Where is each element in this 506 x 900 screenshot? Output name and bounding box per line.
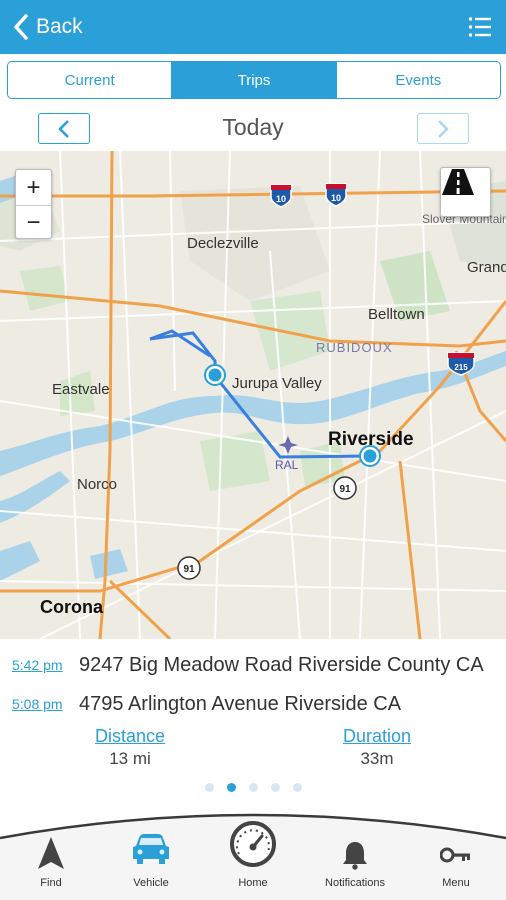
svg-text:10: 10 [276, 194, 286, 204]
nav-menu[interactable]: Menu [406, 810, 506, 900]
page-indicator [205, 783, 302, 792]
app-header: Back [0, 0, 506, 54]
distance-stat: Distance 13 mi [40, 726, 220, 769]
zoom-in-button[interactable]: + [16, 170, 51, 205]
map-label-ral: RAL [275, 458, 299, 472]
tab-events[interactable]: Events [335, 62, 500, 98]
zoom-controls: + − [15, 169, 52, 239]
svg-text:91: 91 [339, 484, 351, 495]
route-91-east-shield: 91 [333, 476, 357, 500]
route-91-west-shield: 91 [177, 556, 201, 580]
list-menu-icon[interactable] [468, 16, 492, 38]
map-label-jurupa-valley: Jurupa Valley [232, 375, 322, 392]
nav-find[interactable]: Find [1, 810, 101, 900]
location-arrow-icon [38, 837, 64, 869]
nav-notifications-label: Notifications [325, 877, 385, 889]
next-day-button[interactable] [417, 113, 469, 144]
chevron-left-icon [14, 14, 28, 40]
svg-text:10: 10 [331, 193, 341, 203]
trip-stop-row: 5:42 pm 9247 Big Meadow Road Riverside C… [0, 654, 506, 684]
tab-trips[interactable]: Trips [171, 62, 336, 98]
chevron-right-icon [438, 119, 449, 138]
view-tabs: Current Trips Events [7, 61, 501, 99]
trip-stop-address: 4795 Arlington Avenue Riverside CA [79, 693, 402, 715]
trip-stop-time[interactable]: 5:42 pm [12, 657, 63, 673]
nav-menu-label: Menu [442, 877, 470, 889]
nav-notifications[interactable]: Notifications [305, 810, 405, 900]
bell-icon [343, 842, 367, 870]
trip-stop-time[interactable]: 5:08 pm [12, 696, 63, 712]
distance-value: 13 mi [109, 749, 151, 768]
page-dot[interactable] [293, 783, 302, 792]
map-label-rubidoux: RUBIDOUX [316, 340, 393, 355]
map-label-riverside: Riverside [328, 429, 414, 450]
tab-current[interactable]: Current [8, 62, 172, 98]
distance-label[interactable]: Distance [40, 726, 220, 747]
svg-text:215: 215 [454, 363, 468, 372]
duration-value: 33m [360, 749, 394, 768]
nav-vehicle[interactable]: Vehicle [101, 810, 201, 900]
page-dot[interactable] [249, 783, 258, 792]
duration-stat: Duration 33m [287, 726, 467, 769]
trip-map[interactable]: 10 10 215 91 91 Declezville Slover Mount… [0, 151, 506, 639]
duration-label[interactable]: Duration [287, 726, 467, 747]
key-icon [440, 847, 470, 863]
nav-find-label: Find [40, 877, 62, 889]
map-label-norco: Norco [77, 476, 118, 493]
map-label-belltown: Belltown [368, 306, 425, 323]
map-label-corona: Corona [40, 597, 103, 617]
page-dot-active[interactable] [227, 783, 236, 792]
road-view-button[interactable] [440, 167, 491, 217]
page-dot[interactable] [205, 783, 214, 792]
nav-vehicle-label: Vehicle [133, 877, 169, 889]
road-icon [442, 169, 474, 195]
page-dot[interactable] [271, 783, 280, 792]
trip-stop-address: 9247 Big Meadow Road Riverside County CA [79, 654, 484, 676]
map-label-eastvale: Eastvale [52, 381, 110, 398]
speedometer-icon [230, 821, 276, 867]
trip-stop-row: 5:08 pm 4795 Arlington Avenue Riverside … [0, 693, 506, 723]
day-navigation: Today [0, 106, 506, 150]
back-button[interactable]: Back [10, 12, 83, 42]
svg-text:91: 91 [183, 564, 195, 575]
back-label: Back [36, 15, 83, 38]
nav-home-label: Home [238, 877, 268, 889]
zoom-out-button[interactable]: − [16, 205, 51, 240]
map-label-grand: Grand [467, 259, 506, 276]
bottom-navigation: Find Vehicle Home Notifications Menu [0, 810, 506, 900]
nav-home[interactable]: Home [203, 810, 303, 900]
map-label-declezville: Declezville [187, 235, 259, 252]
car-icon [133, 834, 169, 864]
